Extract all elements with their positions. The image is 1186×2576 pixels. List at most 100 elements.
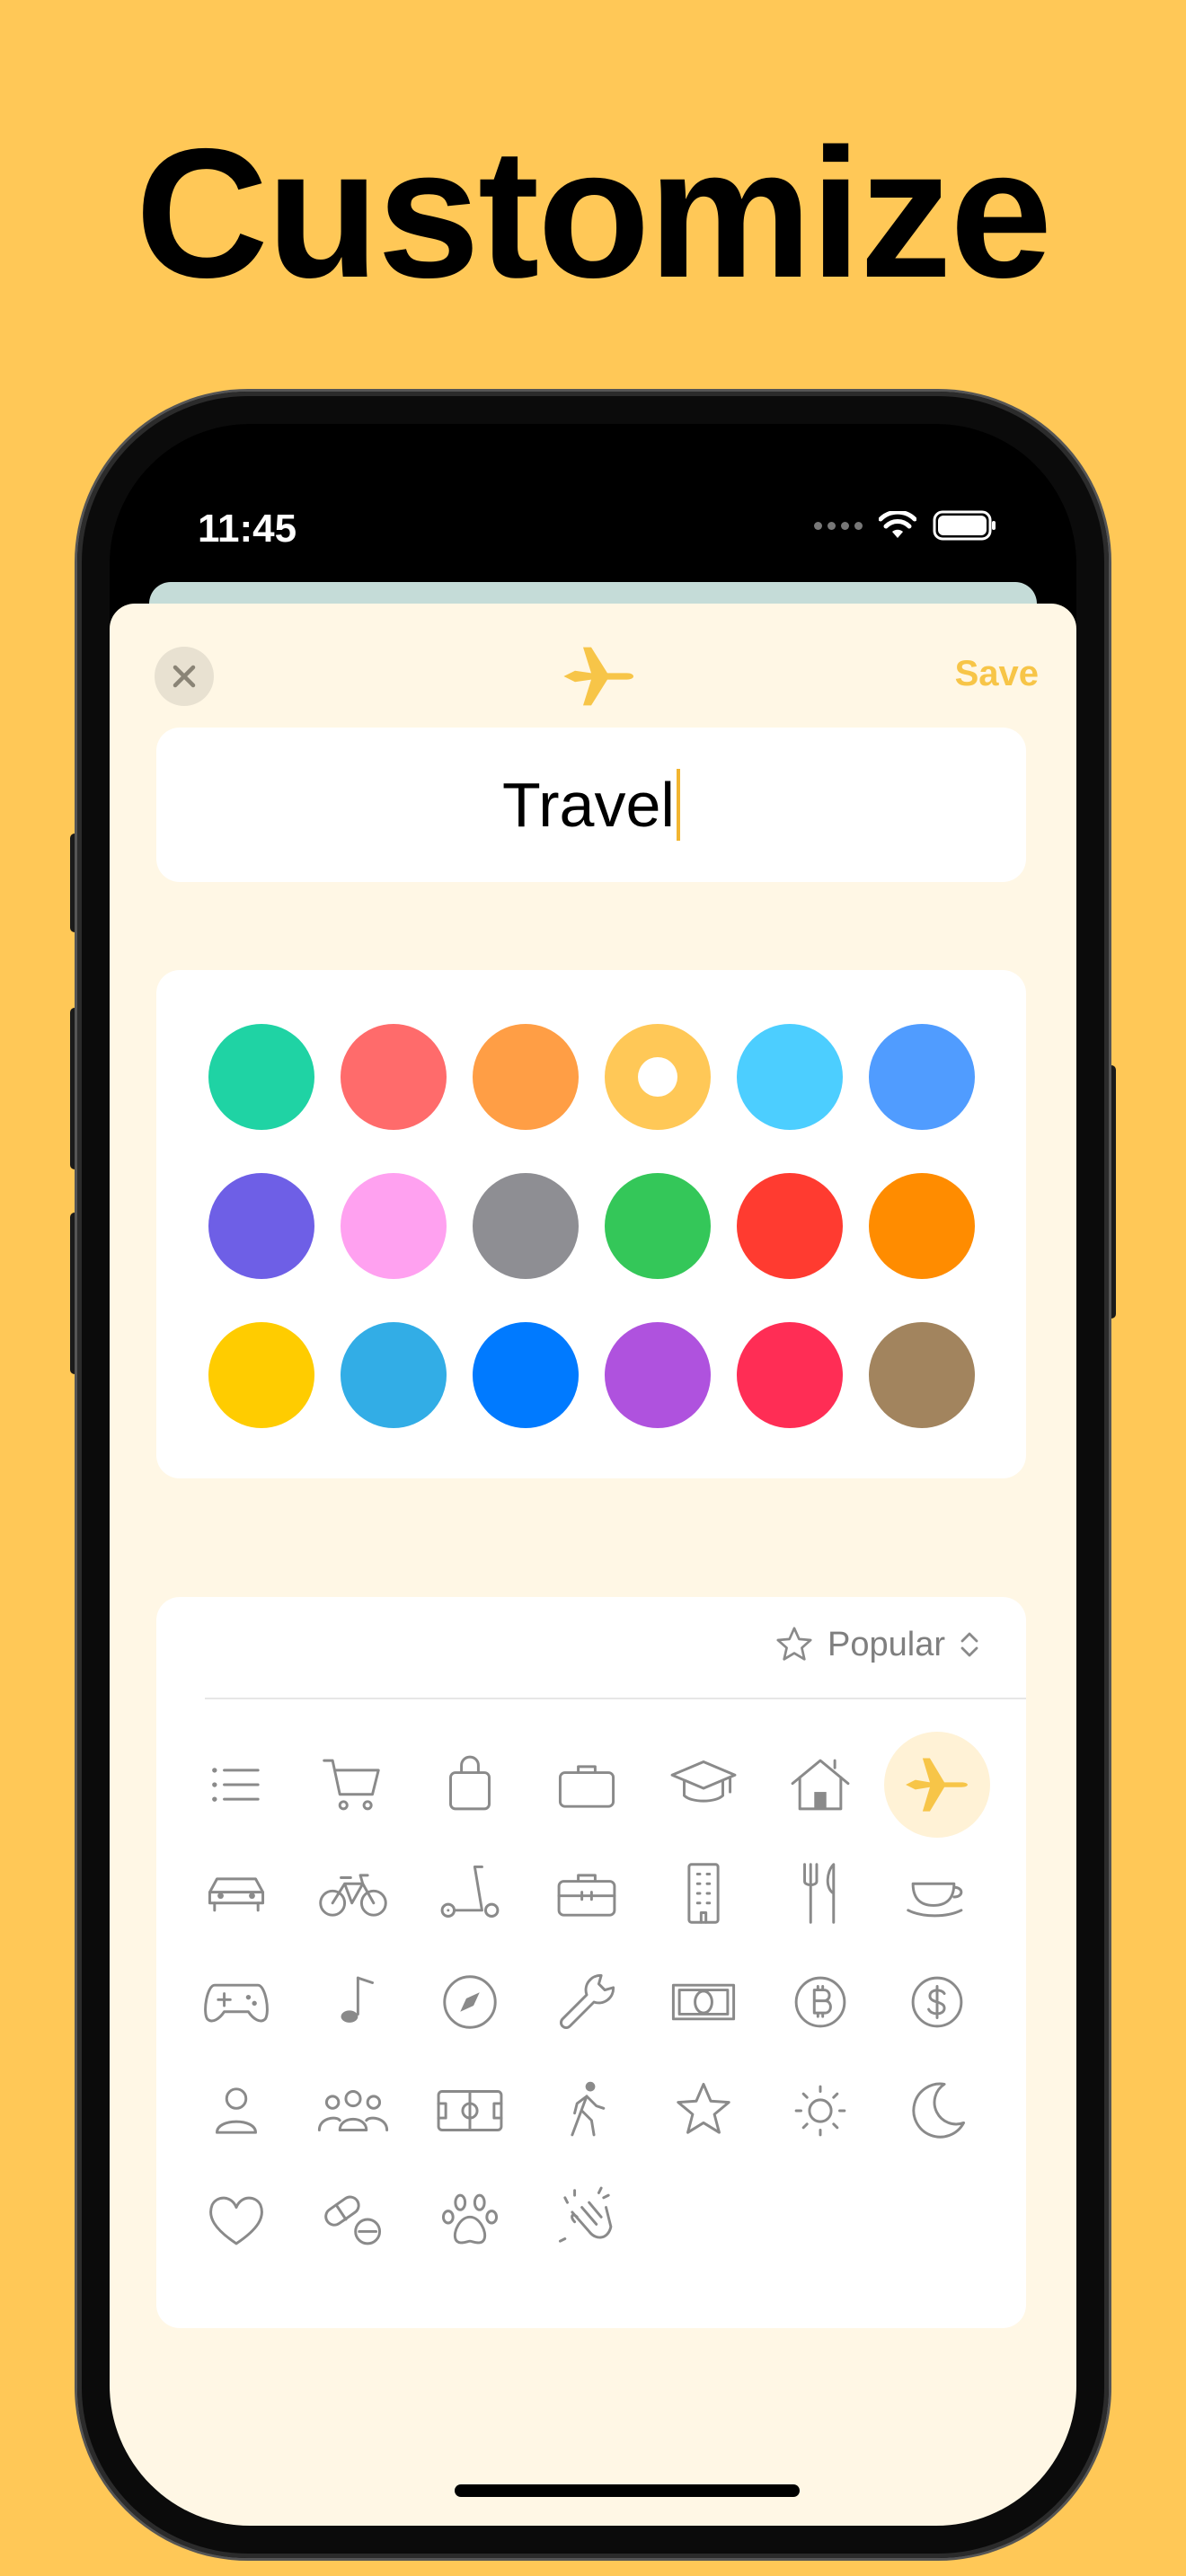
clapping-hands-icon [558, 2186, 613, 2243]
icon-option-car[interactable] [183, 1840, 289, 1946]
icon-option-toolbox[interactable] [534, 1840, 640, 1946]
home-indicator [455, 2484, 800, 2497]
color-swatch-coral[interactable] [341, 1024, 447, 1130]
icon-option-pawprint[interactable] [417, 2166, 523, 2272]
screen: 11:45 Save Travel Popular [110, 424, 1076, 2526]
icon-option-fork-knife[interactable] [767, 1840, 873, 1946]
icon-picker: Popular [156, 1597, 1026, 2328]
icon-option-clapping-hands[interactable] [534, 2166, 640, 2272]
icon-option-graduation-cap[interactable] [651, 1732, 757, 1838]
bitcoin-icon [794, 1976, 846, 2028]
color-swatch-cyan[interactable] [341, 1322, 447, 1428]
color-swatch-gray[interactable] [473, 1173, 579, 1279]
moon-icon [912, 2082, 966, 2139]
icon-option-bitcoin[interactable] [767, 1949, 873, 2055]
list-icon [212, 1768, 260, 1802]
color-swatch-yellow-selected[interactable] [605, 1024, 711, 1130]
color-grid [208, 1024, 975, 1428]
icon-grid [183, 1732, 990, 2272]
name-field[interactable]: Travel [156, 728, 1026, 882]
color-swatch-red[interactable] [737, 1173, 843, 1279]
cellular-dots-icon [814, 521, 863, 530]
house-icon [791, 1759, 850, 1811]
banknote-icon [671, 1983, 736, 2021]
divider [205, 1698, 1026, 1699]
close-button[interactable] [155, 647, 214, 706]
icon-option-building[interactable] [651, 1840, 757, 1946]
heart-icon [209, 2196, 263, 2245]
walking-icon [571, 2081, 606, 2137]
cart-icon [323, 1759, 380, 1811]
color-swatch-blue[interactable] [869, 1024, 975, 1130]
field-icon [437, 2090, 503, 2131]
dollar-icon [911, 1976, 963, 2028]
battery-icon [933, 510, 996, 541]
name-input-value[interactable]: Travel [502, 769, 675, 841]
toolbox-icon [557, 1874, 616, 1917]
status-time: 11:45 [198, 507, 297, 551]
close-icon [173, 665, 196, 688]
icon-option-gamecontroller[interactable] [183, 1949, 289, 2055]
color-swatch-green[interactable] [605, 1173, 711, 1279]
color-swatch-pink[interactable] [341, 1173, 447, 1279]
icon-option-music-note[interactable] [300, 1949, 406, 2055]
headline: Customize [135, 110, 1053, 316]
save-button[interactable]: Save [955, 654, 1039, 694]
customize-sheet: Save Travel Popular [110, 604, 1076, 2526]
music-note-icon [341, 1976, 374, 2023]
icon-option-banknote[interactable] [651, 1949, 757, 2055]
color-swatch-sky[interactable] [737, 1024, 843, 1130]
compass-icon [443, 1975, 497, 2029]
color-swatch-purple[interactable] [605, 1322, 711, 1428]
gamecontroller-icon [204, 1983, 269, 2023]
people-icon [317, 2090, 389, 2131]
icon-option-moon[interactable] [884, 2058, 990, 2164]
icon-option-house[interactable] [767, 1732, 873, 1838]
icon-option-cup[interactable] [884, 1840, 990, 1946]
icon-option-list[interactable] [183, 1732, 289, 1838]
icon-option-dollar[interactable] [884, 1949, 990, 2055]
wifi-icon [879, 511, 916, 538]
chevron-up-down-icon [960, 1632, 978, 1657]
person-icon [216, 2087, 257, 2134]
category-label: Popular [828, 1625, 945, 1663]
cup-icon [907, 1882, 963, 1918]
bag-icon [449, 1755, 491, 1811]
icon-option-pills[interactable] [300, 2166, 406, 2272]
icon-option-walking[interactable] [534, 2058, 640, 2164]
airplane-icon [563, 647, 634, 706]
color-swatch-mint[interactable] [208, 1024, 314, 1130]
star-outline-icon [776, 1627, 812, 1661]
color-swatch-orange[interactable] [473, 1024, 579, 1130]
icon-option-bicycle[interactable] [300, 1840, 406, 1946]
icon-option-star[interactable] [651, 2058, 757, 2164]
bicycle-icon [319, 1874, 387, 1917]
color-swatch-gold[interactable] [208, 1322, 314, 1428]
icon-option-wrench[interactable] [534, 1949, 640, 2055]
color-swatch-amber[interactable] [869, 1173, 975, 1279]
wrench-icon [560, 1973, 615, 2029]
phone-frame: 11:45 Save Travel Popular [77, 392, 1109, 2558]
icon-option-field[interactable] [417, 2058, 523, 2164]
icon-option-cart[interactable] [300, 1732, 406, 1838]
airplane-icon [906, 1758, 968, 1812]
icon-option-sun[interactable] [767, 2058, 873, 2164]
icon-option-bag[interactable] [417, 1732, 523, 1838]
icon-option-people[interactable] [300, 2058, 406, 2164]
icon-option-airplane[interactable] [884, 1732, 990, 1838]
icon-option-compass[interactable] [417, 1949, 523, 2055]
color-swatch-rose[interactable] [737, 1322, 843, 1428]
icon-option-scooter[interactable] [417, 1840, 523, 1946]
category-picker[interactable]: Popular [774, 1624, 981, 1665]
scooter-icon [440, 1865, 500, 1919]
color-swatch-brown[interactable] [869, 1322, 975, 1428]
status-icons [814, 510, 997, 541]
color-swatch-indigo[interactable] [208, 1173, 314, 1279]
color-swatch-system-blue[interactable] [473, 1322, 579, 1428]
icon-option-person[interactable] [183, 2058, 289, 2164]
graduation-cap-icon [670, 1760, 737, 1803]
pills-icon [324, 2195, 382, 2245]
sun-icon [794, 2085, 846, 2137]
icon-option-heart[interactable] [183, 2166, 289, 2272]
icon-option-briefcase[interactable] [534, 1732, 640, 1838]
